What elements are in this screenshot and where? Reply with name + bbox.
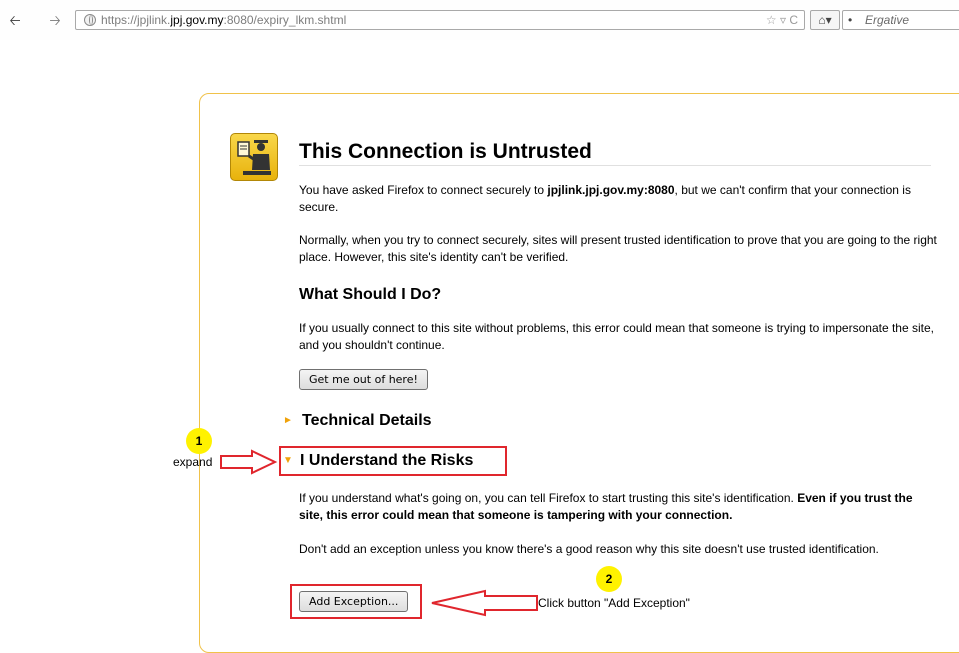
url-bar-icons: ☆ ▿ C <box>766 13 798 27</box>
url-host: jpj.gov.my <box>170 13 224 27</box>
intro-text-start: You have asked Firefox to connect secure… <box>299 183 548 197</box>
what-should-i-do-text: If you usually connect to this site with… <box>299 321 934 352</box>
search-placeholder: Ergative <box>865 13 910 27</box>
search-input[interactable]: • Ergative <box>842 10 959 30</box>
get-me-out-button[interactable]: Get me out of here! <box>299 369 428 390</box>
globe-icon[interactable] <box>84 14 96 26</box>
back-arrow-icon[interactable]: 🡠 <box>8 13 22 27</box>
step-2-label: Click button "Add Exception" <box>538 596 690 610</box>
url-prefix: https://jpjlink. <box>101 13 171 27</box>
normal-paragraph: Normally, when you try to connect secure… <box>299 233 937 264</box>
star-icon[interactable]: ☆ <box>766 13 777 27</box>
url-suffix: :8080/expiry_lkm.shtml <box>223 13 347 27</box>
search-engine-icon[interactable]: • <box>848 11 852 29</box>
risks-highlight-box <box>279 446 507 476</box>
risks-paragraph: If you understand what's going on, you c… <box>299 490 939 524</box>
what-should-i-do-heading: What Should I Do? <box>299 286 442 303</box>
add-exception-highlight-box <box>290 584 422 619</box>
browser-toolbar: 🡠 🡢 https://jpjlink.jpj.gov.my:8080/expi… <box>0 0 959 40</box>
url-text[interactable]: https://jpjlink.jpj.gov.my:8080/expiry_l… <box>101 13 346 27</box>
untrusted-connection-icon <box>230 133 278 181</box>
home-icon[interactable]: ⌂▾ <box>810 10 840 30</box>
title-divider <box>299 165 931 166</box>
reload-icon[interactable]: C <box>789 13 798 27</box>
collapsed-arrow-icon[interactable]: ► <box>283 416 293 426</box>
intro-host: jpjlink.jpj.gov.my:8080 <box>547 183 675 197</box>
step-2-badge: 2 <box>596 566 622 592</box>
dropdown-icon[interactable]: ▿ <box>780 13 786 27</box>
risks-text: If you understand what's going on, you c… <box>299 491 798 505</box>
forward-arrow-icon[interactable]: 🡢 <box>48 13 62 27</box>
step-1-badge: 1 <box>186 428 212 454</box>
intro-paragraph: You have asked Firefox to connect secure… <box>299 182 939 216</box>
technical-details-toggle[interactable]: Technical Details <box>302 411 432 431</box>
step-1-label: expand <box>173 455 213 469</box>
url-bar[interactable]: https://jpjlink.jpj.gov.my:8080/expiry_l… <box>75 10 805 30</box>
page-title: This Connection is Untrusted <box>299 140 592 163</box>
exception-paragraph: Don't add an exception unless you know t… <box>299 542 879 556</box>
